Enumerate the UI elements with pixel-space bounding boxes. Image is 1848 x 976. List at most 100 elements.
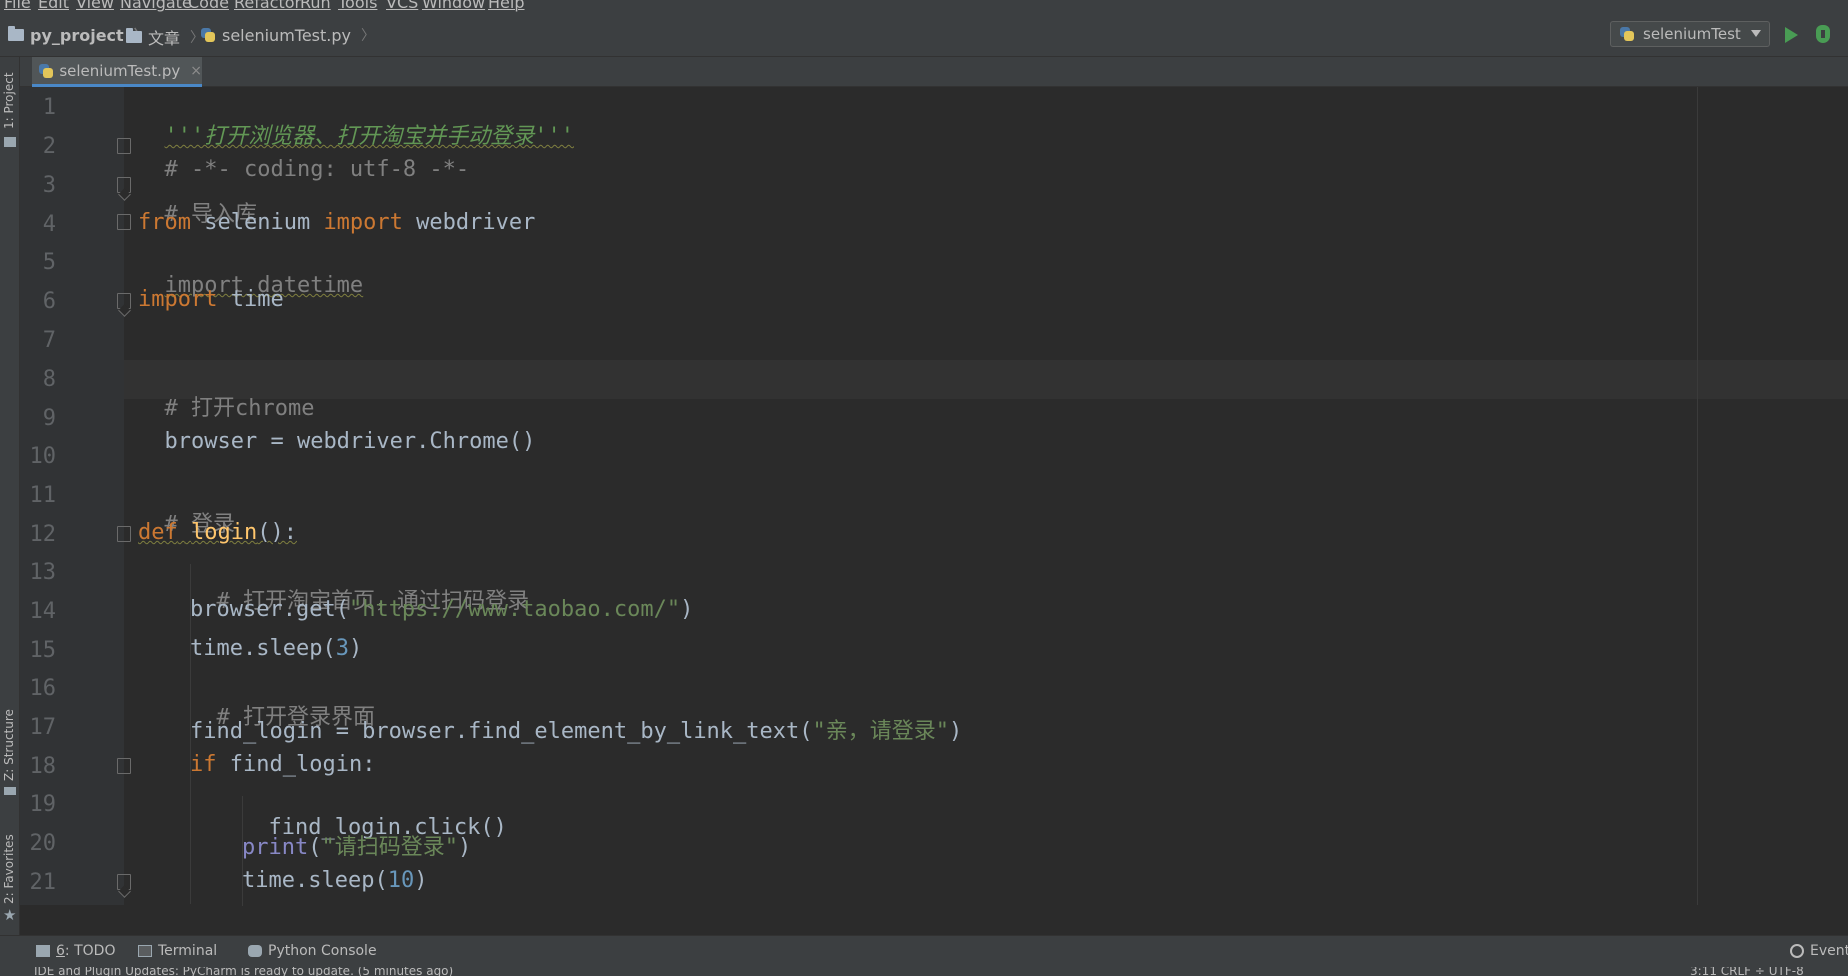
menu-help[interactable]: Help [488, 0, 524, 12]
keyword: def [138, 520, 178, 545]
code-line-18[interactable]: if find_login: [190, 752, 375, 777]
menu-file[interactable]: File [4, 0, 31, 12]
run-configuration-select[interactable]: seleniumTest [1610, 21, 1770, 47]
line-number: 15 [29, 638, 57, 663]
statement: browser = webdriver.Chrome() [164, 429, 536, 454]
punctuation: ) [348, 636, 363, 661]
code-line-15[interactable]: time.sleep(3) [190, 636, 362, 661]
fold-marker[interactable] [117, 177, 131, 193]
run-button[interactable] [1785, 27, 1798, 43]
line-number: 16 [29, 676, 57, 701]
editor-tab-bar: seleniumTest.py × [20, 57, 1848, 87]
project-tool-tab[interactable]: 1: Project [2, 72, 16, 129]
event-log-button[interactable]: Event [1790, 943, 1848, 959]
code-line-21[interactable]: time.sleep(10) [242, 868, 427, 893]
event-log-label: Event [1810, 943, 1848, 959]
fold-marker[interactable] [117, 138, 131, 154]
fold-marker[interactable] [117, 214, 131, 230]
function-name: login [191, 520, 258, 545]
condition: find_login: [216, 752, 376, 777]
breadcrumb-folder-label: 文章 [148, 29, 181, 48]
menu-navigate[interactable]: Navigate [120, 0, 192, 12]
punctuation: ) [949, 719, 963, 744]
fold-marker[interactable] [117, 293, 131, 309]
debug-button[interactable] [1816, 25, 1830, 43]
menu-window[interactable]: Window [422, 0, 485, 12]
python-file-icon [200, 27, 216, 43]
menu-code[interactable]: Code [188, 0, 229, 12]
status-message[interactable]: IDE and Plugin Updates: PyCharm is ready… [34, 967, 453, 976]
todo-tool-button[interactable]: 6: TODO [36, 943, 115, 959]
menu-view[interactable]: View [76, 0, 114, 12]
identifier: selenium [190, 210, 324, 235]
python-console-tool-button[interactable]: Python Console [248, 943, 377, 959]
line-number: 18 [29, 754, 57, 779]
string: "https://www.taobao.com/" [348, 597, 681, 622]
number: 3 [335, 636, 349, 661]
code-line-20[interactable]: print("请扫码登录") [242, 829, 471, 861]
line-number: 12 [29, 522, 57, 547]
menu-refactor[interactable]: Refactor [234, 0, 301, 12]
code-line-6[interactable]: import time [138, 287, 284, 312]
string: "请扫码登录" [321, 835, 458, 860]
fold-marker[interactable] [117, 874, 131, 890]
status-bar: IDE and Plugin Updates: PyCharm is ready… [0, 967, 1848, 976]
line-number: 10 [29, 444, 57, 469]
line-number: 19 [29, 792, 57, 817]
editor-tab-label: seleniumTest.py [59, 61, 181, 80]
keyword: import [138, 287, 218, 312]
fold-marker[interactable] [117, 526, 131, 542]
status-position[interactable]: 3:11 CRLF ÷ UTF-8 [1690, 967, 1804, 976]
python-icon [248, 945, 262, 957]
editor-tab-seleniumtest[interactable]: seleniumTest.py × [32, 57, 202, 87]
python-file-icon [38, 63, 54, 79]
punctuation: (): [257, 520, 297, 545]
run-configuration-label: seleniumTest [1643, 25, 1741, 43]
code-line-12[interactable]: def login(): [138, 520, 297, 545]
code-line-9[interactable]: browser = webdriver.Chrome() [138, 404, 536, 454]
left-tool-strip: 1: Project Z: Structure 2: Favorites ★ [0, 57, 20, 935]
breadcrumb-file[interactable]: seleniumTest.py 〉 [200, 25, 375, 45]
line-number: 21 [29, 870, 57, 895]
todo-text: : TODO [64, 943, 116, 959]
code-line-4[interactable]: from selenium import webdriver [138, 210, 535, 235]
line-number: 2 [42, 134, 56, 159]
python-console-label: Python Console [268, 943, 377, 959]
folder-icon [4, 137, 16, 147]
folder-icon [126, 28, 142, 43]
terminal-tool-button[interactable]: Terminal [138, 943, 217, 959]
event-log-icon [1790, 944, 1804, 958]
todo-key: 6 [56, 943, 65, 959]
navigation-bar: py_project 〉 文章 〉 seleniumTest.py 〉 sele… [0, 12, 1848, 57]
right-margin-guide [1697, 87, 1698, 905]
punctuation: ) [457, 835, 472, 860]
identifier: time [217, 287, 284, 312]
string: "亲，请登录" [812, 719, 950, 744]
breadcrumb-folder[interactable]: 文章 〉 [126, 25, 204, 49]
terminal-icon [138, 945, 152, 957]
menu-tools[interactable]: Tools [338, 0, 377, 12]
menu-vcs[interactable]: VCS [386, 0, 418, 12]
identifier: webdriver [402, 210, 536, 235]
menu-edit[interactable]: Edit [38, 0, 69, 12]
close-icon[interactable]: × [190, 63, 202, 79]
number: 10 [387, 868, 415, 893]
favorites-tool-tab[interactable]: 2: Favorites [2, 834, 16, 904]
breadcrumb-project-label: py_project [30, 25, 124, 45]
menu-run[interactable]: Run [300, 0, 331, 12]
line-number: 9 [42, 406, 56, 431]
line-number: 7 [42, 328, 56, 353]
code-line-14[interactable]: browser.get("https://www.taobao.com/") [190, 597, 693, 622]
call: browser.get( [190, 597, 349, 622]
terminal-label: Terminal [158, 943, 218, 959]
line-number: 13 [29, 560, 57, 585]
code-line-17[interactable]: find_login = browser.find_element_by_lin… [190, 713, 962, 745]
chevron-down-icon [1751, 30, 1761, 37]
builtin: print [242, 835, 309, 860]
structure-icon [4, 787, 16, 795]
structure-tool-tab[interactable]: Z: Structure [2, 709, 16, 781]
chevron-right-icon: 〉 [361, 28, 375, 44]
punctuation: ) [680, 597, 694, 622]
bottom-tool-bar: 6: TODO Terminal Python Console Event [0, 935, 1848, 967]
fold-marker[interactable] [117, 758, 131, 774]
